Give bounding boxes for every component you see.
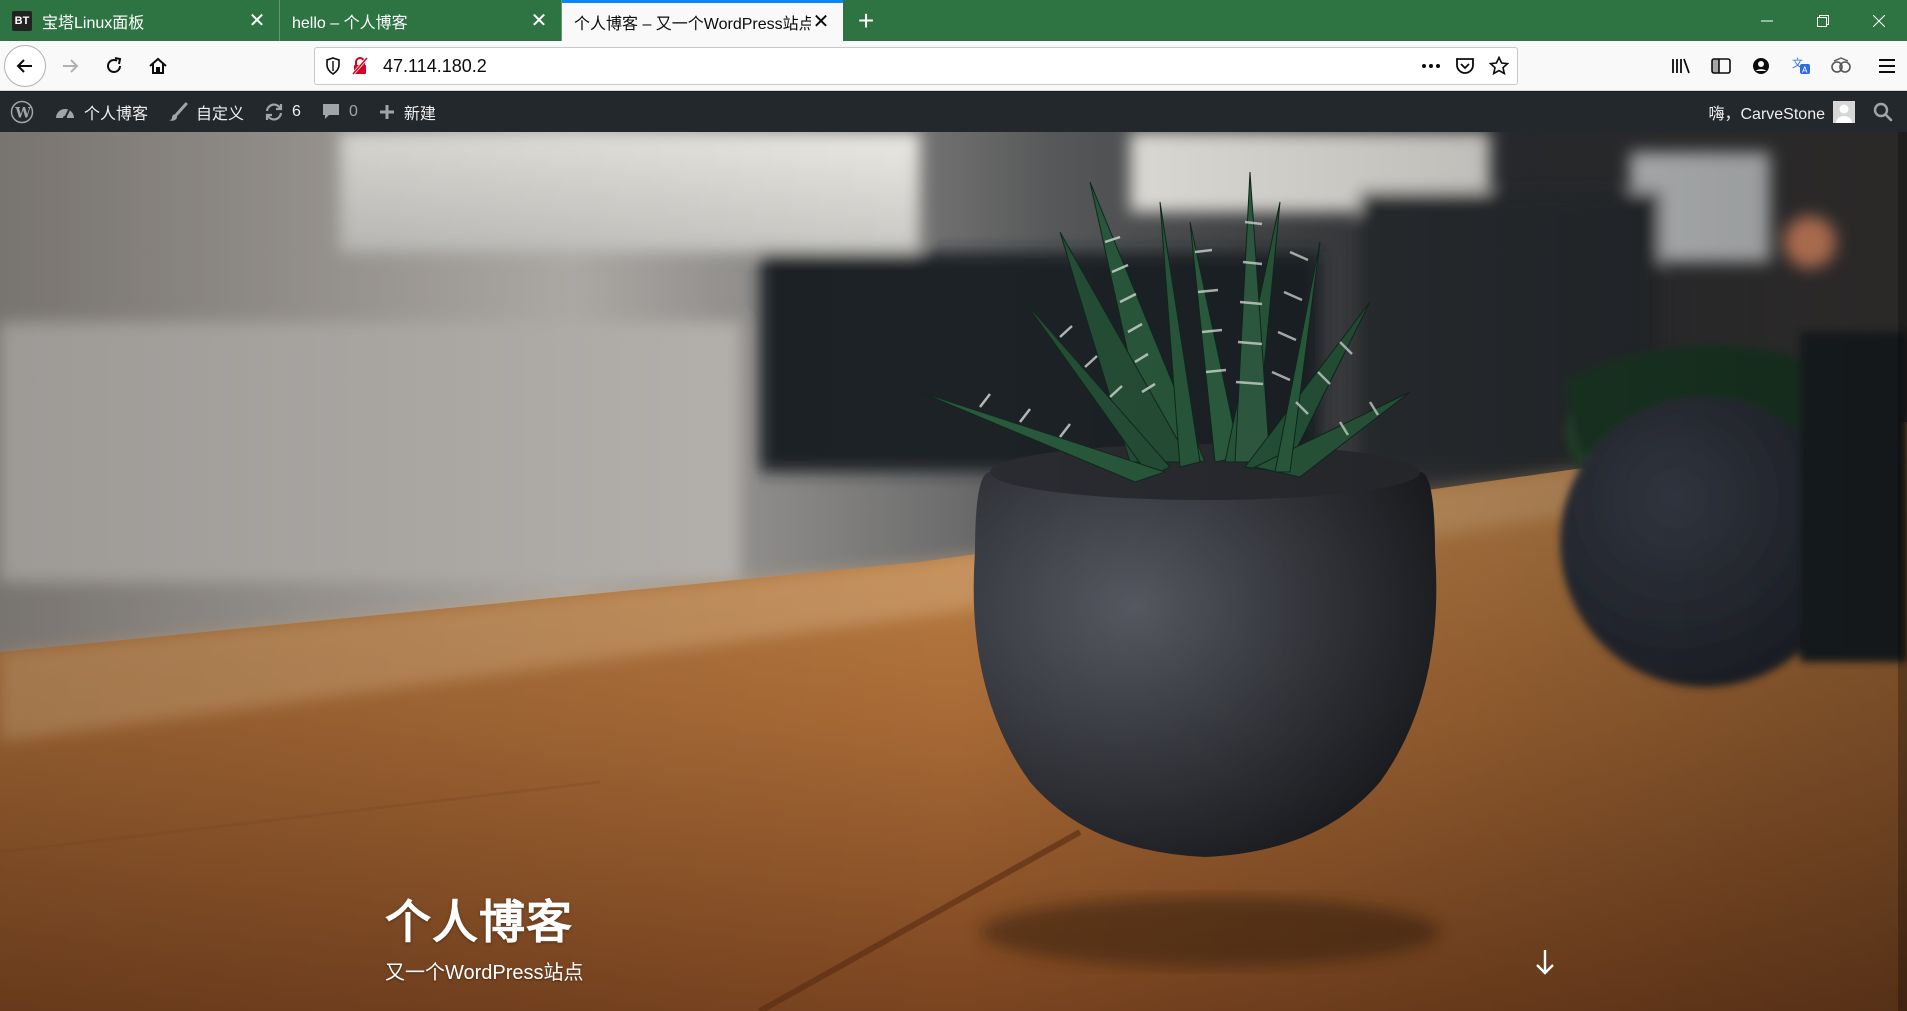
custom-header-hero: 个人博客 又一个WordPress站点 (0, 132, 1907, 1011)
site-title[interactable]: 个人博客 (385, 886, 584, 952)
svg-text:A: A (1802, 66, 1808, 75)
site-name-menu[interactable]: 个人博客 (44, 92, 158, 132)
toolbar-icons: 文A (1661, 41, 1907, 91)
reload-button[interactable] (94, 46, 134, 86)
close-tab-icon[interactable]: ✕ (247, 11, 267, 31)
page-scrollbar[interactable] (1898, 132, 1907, 1011)
tab-bt-panel[interactable]: BT 宝塔Linux面板 ✕ (0, 0, 280, 41)
translate-icon: 文A (1792, 56, 1810, 75)
menu-icon (1879, 59, 1895, 73)
greeting-label: 嗨，CarveStone (1708, 106, 1826, 123)
home-icon (149, 57, 167, 74)
library-icon (1672, 58, 1690, 74)
more-icon[interactable] (1421, 63, 1441, 69)
wp-admin-bar: W 个人博客 自定义 6 0 新建 嗨，CarveStone (0, 92, 1907, 132)
bt-favicon-icon: BT (12, 10, 32, 31)
account-icon (1753, 58, 1769, 74)
avatar (1833, 101, 1855, 123)
close-icon (1873, 14, 1885, 27)
comments-count: 0 (348, 103, 358, 120)
customize-link[interactable]: 自定义 (158, 92, 254, 132)
sidebar-icon (1711, 58, 1731, 74)
pocket-icon[interactable] (1455, 57, 1475, 75)
tab-strip: BT 宝塔Linux面板 ✕ hello – 个人博客 ✕ 个人博客 – 又一个… (0, 0, 1907, 41)
account-button[interactable] (1741, 46, 1781, 86)
star-icon[interactable] (1489, 56, 1509, 76)
updates-icon (264, 102, 284, 122)
new-tab-button[interactable]: + (843, 0, 889, 41)
restore-button[interactable] (1795, 0, 1851, 41)
tab-hello-post[interactable]: hello – 个人博客 ✕ (280, 0, 562, 41)
scroll-down-button[interactable] (1531, 944, 1559, 980)
wordpress-logo-icon: W (10, 100, 34, 124)
updates-count: 6 (292, 103, 301, 120)
plus-icon (378, 103, 396, 121)
forward-button[interactable] (50, 46, 90, 86)
url-text[interactable]: 47.114.180.2 (383, 56, 487, 77)
extension-button[interactable] (1821, 46, 1861, 86)
insecure-lock-icon[interactable] (351, 57, 369, 75)
admin-bar-secondary: 嗨，CarveStone (1699, 92, 1907, 132)
comments-link[interactable]: 0 (311, 92, 368, 132)
dashboard-icon (54, 103, 76, 121)
comment-icon (321, 102, 341, 122)
new-content-menu[interactable]: 新建 (368, 92, 446, 132)
updates-link[interactable]: 6 (254, 92, 311, 132)
brush-icon (168, 102, 188, 122)
wp-logo-menu[interactable]: W (0, 92, 44, 132)
window-controls (1739, 0, 1907, 41)
extension-icon (1831, 57, 1851, 73)
tab-blog-home-active[interactable]: 个人博客 – 又一个WordPress站点 ✕ (562, 0, 843, 41)
menu-button[interactable] (1867, 46, 1907, 86)
address-bar[interactable]: 47.114.180.2 (314, 47, 1518, 85)
site-name-label: 个人博客 (84, 106, 149, 123)
back-arrow-icon (16, 58, 32, 73)
site-branding: 个人博客 又一个WordPress站点 (385, 886, 584, 985)
tab-title: 个人博客 – 又一个WordPress站点 (574, 16, 811, 33)
minimize-icon (1761, 20, 1773, 21)
back-button[interactable] (4, 44, 46, 87)
site-description: 又一个WordPress站点 (385, 962, 584, 984)
new-content-label: 新建 (403, 106, 436, 123)
restore-icon (1817, 14, 1829, 27)
arrow-down-icon (1536, 950, 1554, 975)
admin-search[interactable] (1867, 92, 1907, 132)
shield-icon[interactable] (325, 57, 341, 75)
close-tab-icon[interactable]: ✕ (811, 12, 831, 32)
header-image-potted-succulent (0, 132, 1907, 1011)
tab-title: hello – 个人博客 (292, 14, 408, 32)
translate-button[interactable]: 文A (1781, 46, 1821, 86)
close-window-button[interactable] (1851, 0, 1907, 41)
sidebar-button[interactable] (1701, 46, 1741, 86)
customize-label: 自定义 (196, 106, 245, 123)
my-account-menu[interactable]: 嗨，CarveStone (1699, 92, 1868, 132)
tab-title: 宝塔Linux面板 (42, 14, 145, 32)
navigation-toolbar: 47.114.180.2 文A (0, 41, 1907, 91)
library-button[interactable] (1661, 46, 1701, 86)
svg-text:W: W (14, 106, 31, 122)
reload-icon (107, 56, 122, 73)
forward-arrow-icon (63, 58, 79, 73)
search-icon (1873, 102, 1893, 122)
home-button[interactable] (138, 46, 178, 86)
minimize-button[interactable] (1739, 0, 1795, 41)
close-tab-icon[interactable]: ✕ (529, 11, 549, 31)
